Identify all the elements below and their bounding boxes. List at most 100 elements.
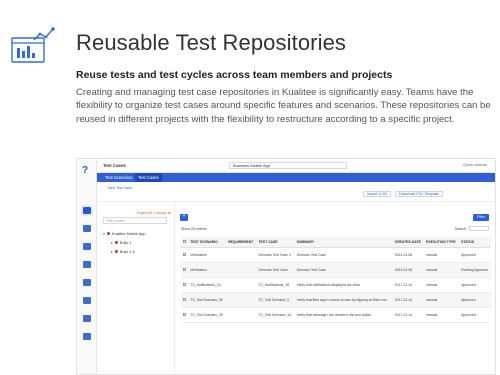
search-input[interactable] <box>469 226 489 231</box>
cell-type: manual <box>424 277 460 293</box>
cell-scenario: TS_Notifications_14 <box>188 277 227 293</box>
cell-date: 2017-12-14 <box>392 277 425 293</box>
bug-icon[interactable] <box>83 279 91 286</box>
cell-test-case[interactable]: Demoxtz Test Case 3 <box>256 247 295 263</box>
action-bar: New Test Case Import XLSX Download CSV T… <box>97 182 495 202</box>
page-description: Creating and managing test case reposito… <box>76 87 491 125</box>
cell-date: 2017-12-14 <box>392 292 425 308</box>
settings-icon[interactable] <box>83 333 91 340</box>
app-screenshot: ? Test Cases Business Mobile App Quick a… <box>76 158 496 375</box>
cell-status: Approved <box>459 292 491 308</box>
tree-item[interactable]: ▸ Build 1 <box>111 240 132 246</box>
row-checkbox[interactable] <box>181 307 189 323</box>
repository-chart-icon <box>11 27 55 63</box>
chevron-right-icon[interactable]: ▸ <box>111 240 113 245</box>
column-header[interactable]: STATUS <box>459 237 491 248</box>
cell-status: Approved <box>459 277 491 293</box>
folder-icon <box>106 232 110 235</box>
column-header[interactable]: EXECUTION TYPE <box>424 237 460 248</box>
download-template-button[interactable]: Download CSV Template <box>395 191 443 197</box>
cell-type: manual <box>424 292 460 308</box>
page-title: Reusable Test Repositories <box>76 30 347 55</box>
test-case-grid: + Filter Show 25 entries Search: TEST SC… <box>175 202 495 374</box>
filter-nodes-input[interactable]: Filter nodes <box>103 217 167 224</box>
folder-icon[interactable] <box>83 225 91 232</box>
cell-test-case[interactable]: TC_Test Scenario_0 <box>256 292 295 308</box>
cell-scenario: TS_Test Scenario_06 <box>188 292 227 308</box>
cell-requirement <box>226 262 257 278</box>
column-header[interactable]: SUMMARY <box>294 237 393 248</box>
chevron-down-icon[interactable]: ▾ <box>103 231 105 236</box>
tab-test-cases[interactable]: Test Cases <box>135 173 162 182</box>
list-icon[interactable] <box>83 243 91 250</box>
cell-status: Pending Approval <box>459 262 491 278</box>
column-header[interactable]: CREATED DATE <box>392 237 425 248</box>
project-select[interactable]: Business Mobile App <box>229 162 347 169</box>
filter-button[interactable]: Filter <box>473 214 489 221</box>
cell-summary: Demoxtz Test Case <box>294 247 393 263</box>
table-row[interactable]: TS_Test Scenario_09 TC_Test Scenario_14 … <box>181 307 491 323</box>
add-button[interactable]: + <box>180 214 188 221</box>
tab-bar: Test Scenarios Test Cases <box>97 173 495 182</box>
cell-status: Approved <box>459 247 491 263</box>
tree-panel: Expand all | Collapse all Filter nodes ▾… <box>97 202 175 374</box>
page-subtitle: Reuse tests and test cycles across team … <box>76 69 393 81</box>
report-icon[interactable] <box>83 297 91 304</box>
cell-date: 2017-12-14 <box>392 307 425 323</box>
dashboard-icon[interactable] <box>81 205 93 216</box>
test-case-table: TEST SCENARIO REQUIREMENT TEST CASE SUMM… <box>181 237 491 323</box>
flask-icon[interactable] <box>83 261 91 268</box>
cell-summary: Verify that filter app is shown to user … <box>294 292 393 308</box>
new-test-case-button[interactable]: New Test Case <box>105 186 135 192</box>
tab-test-scenarios[interactable]: Test Scenarios <box>105 175 132 180</box>
row-checkbox[interactable] <box>181 292 189 308</box>
table-row[interactable]: TS_Test Scenario_06 TC_Test Scenario_0 V… <box>181 292 491 308</box>
document-icon[interactable] <box>83 315 91 322</box>
table-row[interactable]: TS_Notifications_14 TC_Notifications_18 … <box>181 277 491 293</box>
show-entries[interactable]: Show 25 entries <box>181 227 207 231</box>
search-label: Search: <box>454 227 467 231</box>
column-header[interactable]: TEST CASE <box>256 237 295 248</box>
cell-summary: Demoxtz Test Case <box>294 262 393 278</box>
cell-summary: Verify that notifications displayed are … <box>294 277 393 293</box>
row-checkbox[interactable] <box>181 262 189 278</box>
column-header[interactable]: REQUIREMENT <box>226 237 257 248</box>
table-row[interactable]: Verification Demoxtz Test Case Demoxtz T… <box>181 262 491 278</box>
folder-icon <box>114 241 118 244</box>
cell-type: manual <box>424 262 460 278</box>
top-bar: Test Cases Business Mobile App Quick act… <box>97 159 495 173</box>
app-logo-icon: ? <box>82 165 89 176</box>
breadcrumb: Test Cases <box>103 163 126 168</box>
tree-root[interactable]: ▾ Kualitee Mobile App <box>103 231 146 237</box>
chevron-right-icon[interactable]: ▸ <box>111 249 113 254</box>
expand-collapse-link[interactable]: Expand all | Collapse all <box>137 211 171 215</box>
cell-date: 2024-02-08 <box>392 247 425 263</box>
cell-test-case[interactable]: TC_Notifications_18 <box>256 277 295 293</box>
quick-actions-menu[interactable]: Quick actions <box>463 162 487 167</box>
table-row[interactable]: Verification Demoxtz Test Case 3 Demoxtz… <box>181 247 491 263</box>
left-sidebar: ? <box>77 159 97 374</box>
folder-icon <box>114 250 118 253</box>
cell-scenario: Verification <box>188 247 227 263</box>
tree-item-label: Build 1 <box>119 240 132 245</box>
cell-requirement <box>226 247 257 263</box>
cell-scenario: TS_Test Scenario_09 <box>188 307 227 323</box>
cell-requirement <box>226 277 257 293</box>
cell-summary: Verify that message i are viewed in list… <box>294 307 393 323</box>
cell-type: manual <box>424 247 460 263</box>
cell-scenario: Verification <box>188 262 227 278</box>
row-checkbox[interactable] <box>181 277 189 293</box>
cell-type: manual <box>424 307 460 323</box>
column-header[interactable]: TEST SCENARIO <box>188 237 227 248</box>
row-checkbox[interactable] <box>181 247 189 263</box>
cell-date: 2024-02-08 <box>392 262 425 278</box>
cell-status: Approved <box>459 307 491 323</box>
import-button[interactable]: Import XLSX <box>363 191 392 197</box>
cell-requirement <box>226 307 257 323</box>
cell-requirement <box>226 292 257 308</box>
tree-root-label: Kualitee Mobile App <box>111 231 146 236</box>
tree-item[interactable]: ▸ Build 1.6 <box>111 249 135 255</box>
cell-test-case[interactable]: Demoxtz Test Case <box>256 262 295 278</box>
cell-test-case[interactable]: TC_Test Scenario_14 <box>256 307 295 323</box>
select-all-checkbox[interactable] <box>181 237 189 248</box>
